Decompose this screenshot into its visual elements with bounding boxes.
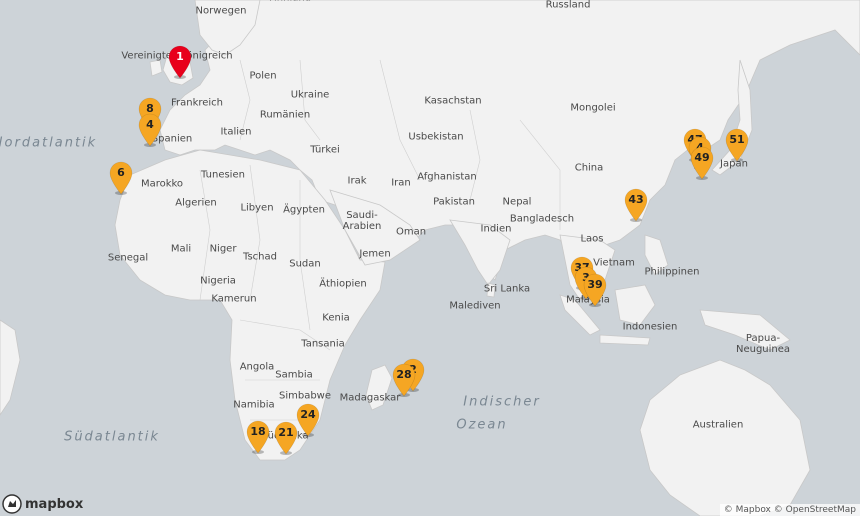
map-marker-label: 1 [176,50,184,63]
map-label-italien: Italien [220,126,252,138]
map-label-nigeria: Nigeria [200,275,236,287]
map-label-libyen: Libyen [240,202,274,214]
map-marker-label: 28 [396,368,412,381]
map-label-sambia: Sambia [275,369,313,381]
map-label-rumanien: Rumänien [259,109,311,121]
map-label-finnland: Finnland [269,0,311,4]
map-label-usbekistan: Usbekistan [408,131,464,143]
map-label-malediven: Malediven [449,300,501,312]
map-label-niger: Niger [209,243,237,255]
map-label-ozean: Ozean [456,417,508,433]
map-marker[interactable]: 1 [167,45,193,79]
map-label-marokko: Marokko [140,178,184,190]
map-label-ukraine: Ukraine [290,89,330,101]
map-label-pakistan: Pakistan [433,196,475,208]
map-marker-label: 51 [729,133,745,146]
map-label-tansania: Tansania [301,338,345,350]
map-marker-label: 18 [250,425,266,438]
map-label-suedatlantik: Südatlantik [64,429,160,445]
attribution-bar: © Mapbox © OpenStreetMap [719,504,860,516]
map-label-kamerun: Kamerun [211,293,257,305]
map-label-jemen: Jemen [359,248,391,260]
map-label-namibia: Namibia [233,399,275,411]
map-label-nordatlantik: Nordatlantik [0,135,98,151]
map-marker[interactable]: 49 [689,146,715,180]
map-label-srilanka: Sri Lanka [483,283,531,295]
map-label-iran: Iran [391,177,411,189]
map-label-china: China [574,162,604,174]
map-label-irak: Irak [347,175,367,187]
map-label-laos: Laos [580,233,604,245]
map-label-vietnam: Vietnam [593,257,635,269]
map-label-tschad: Tschad [243,251,277,263]
map-label-indien: Indien [480,223,512,235]
map-label-nepal: Nepal [502,196,532,208]
map-marker[interactable]: 18 [245,420,271,454]
map-marker[interactable]: 6 [108,161,134,195]
map-label-indischer: Indischer [463,394,541,410]
map-label-papua: Papua- Neuguinea [735,333,791,355]
map-marker-label: 39 [587,278,603,291]
attribution-mapbox-link[interactable]: © Mapbox [724,505,771,515]
map-label-russland: Russland [545,0,591,11]
map-label-frankreich: Frankreich [170,97,224,109]
map-label-philippinen: Philippinen [644,266,700,278]
mapbox-logo-text: mapbox [25,496,84,512]
map-label-polen: Polen [249,70,277,82]
map-label-athiopien: Äthiopien [319,278,367,290]
map-label-angola: Angola [239,361,275,373]
map-label-australien: Australien [692,419,744,431]
map-marker[interactable]: 24 [295,403,321,437]
map-marker[interactable]: 28 [391,363,417,397]
map-marker-label: 43 [628,193,644,206]
map-label-algerien: Algerien [175,197,217,209]
map-label-mongolei: Mongolei [570,102,616,114]
map-label-sudan: Sudan [289,258,321,270]
map-label-simbabwe: Simbabwe [278,390,332,402]
map-marker-label: 4 [146,118,154,131]
map-label-saudi: Saudi- Arabien [342,210,382,232]
map-marker-label: 24 [300,408,316,421]
map-label-kasachstan: Kasachstan [424,95,482,107]
map-label-senegal: Senegal [107,252,149,264]
map-label-afghanistan: Afghanistan [417,171,477,183]
map-marker-label: 6 [117,166,125,179]
map-label-indonesien: Indonesien [622,321,678,333]
map-marker[interactable]: 43 [623,188,649,222]
map-marker[interactable]: 51 [724,128,750,162]
map-label-bangladesch: Bangladesch [509,213,575,225]
map-label-kenia: Kenia [322,312,350,324]
map-canvas[interactable]: RusslandFinnlandNorwegenVereinigtes Köni… [0,0,860,516]
mapbox-logo-icon [2,494,22,514]
map-label-turkei: Türkei [310,144,340,156]
map-marker[interactable]: 4 [137,113,163,147]
attribution-osm-link[interactable]: © OpenStreetMap [774,505,856,515]
map-label-tunesien: Tunesien [201,169,245,181]
map-label-mali: Mali [170,243,192,255]
map-label-agypten: Ägypten [283,204,325,216]
map-label-oman: Oman [395,226,427,238]
map-label-norwegen: Norwegen [195,5,247,17]
map-marker[interactable]: 39 [582,273,608,307]
mapbox-logo[interactable]: mapbox [2,494,83,514]
map-marker-label: 49 [694,151,710,164]
